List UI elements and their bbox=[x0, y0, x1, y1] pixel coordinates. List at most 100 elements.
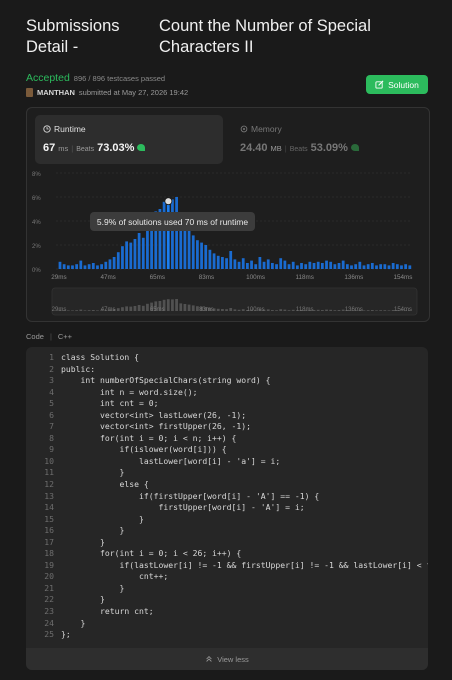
code-line: 7 vector<int> firstUpper(26, -1); bbox=[26, 421, 428, 433]
chart-bar bbox=[295, 265, 299, 269]
solution-button-label: Solution bbox=[388, 79, 419, 90]
chart-bar bbox=[75, 264, 79, 269]
runtime-distribution-chart[interactable]: 8% 6% 4% 2% 0% 29ms 29ms 47ms 47ms 65ms 65ms 83ms 83… bbox=[30, 166, 422, 318]
x-tick-label: 65ms bbox=[150, 274, 165, 281]
code-text: int numberOfSpecialChars(string word) { bbox=[61, 375, 271, 386]
submission-status: Accepted 896 / 896 testcases passed bbox=[26, 72, 165, 84]
code-line: 2 public: bbox=[26, 364, 428, 376]
y-tick-label: 6% bbox=[32, 196, 41, 202]
x-tick-label: 118ms bbox=[295, 274, 313, 281]
overview-tick-label: 100ms bbox=[247, 307, 265, 313]
line-number: 13 bbox=[44, 490, 54, 501]
code-line: 14 firstUpper[word[i] - 'A'] = i; bbox=[26, 502, 428, 514]
memory-beats-label: Beats bbox=[289, 146, 308, 153]
chart-bar bbox=[108, 259, 112, 269]
runtime-panel[interactable]: Runtime 67 ms | Beats 73.03% bbox=[35, 115, 223, 164]
chart-bar bbox=[258, 257, 262, 269]
code-text: } bbox=[61, 617, 86, 628]
code-text: } bbox=[61, 594, 105, 605]
code-line: 20 cnt++; bbox=[26, 571, 428, 583]
code-header: Code | C++ bbox=[26, 332, 73, 341]
memory-chip-icon bbox=[240, 125, 248, 133]
line-number: 11 bbox=[44, 467, 54, 478]
code-text: else { bbox=[61, 479, 149, 490]
x-tick-label: 136ms bbox=[344, 274, 363, 281]
code-line: 5 int cnt = 0; bbox=[26, 398, 428, 410]
chart-bar bbox=[187, 230, 191, 269]
chart-bar bbox=[370, 263, 374, 269]
edit-icon bbox=[375, 80, 384, 89]
chart-bar bbox=[308, 261, 312, 269]
memory-panel[interactable]: Memory 24.40 MB | Beats 53.09% bbox=[240, 115, 420, 164]
chart-bar bbox=[129, 242, 133, 269]
code-line: 13 if(firstUpper[word[i] - 'A'] == -1) { bbox=[26, 491, 428, 503]
chart-bar bbox=[196, 240, 199, 269]
code-text: int n = word.size(); bbox=[61, 386, 198, 397]
chart-bar bbox=[341, 260, 345, 269]
chart-bar bbox=[112, 257, 116, 269]
code-line: 8 for(int i = 0; i < n; i++) { bbox=[26, 433, 428, 445]
chart-bar bbox=[200, 242, 203, 269]
line-number: 2 bbox=[49, 363, 54, 374]
runtime-unit: ms bbox=[58, 144, 69, 153]
submitted-time: submitted at May 27, 2026 19:42 bbox=[78, 88, 189, 97]
overview-tick-label: 118ms bbox=[296, 307, 314, 313]
chart-bar bbox=[104, 261, 108, 269]
x-tick-label: 47ms bbox=[100, 274, 115, 281]
chevrons-up-icon bbox=[206, 655, 212, 662]
code-text: } bbox=[61, 582, 125, 593]
memory-label: Memory bbox=[251, 124, 282, 134]
line-number: 12 bbox=[44, 479, 54, 490]
code-line: 23 return cnt; bbox=[26, 606, 428, 618]
chart-bar bbox=[216, 255, 220, 269]
overview-tick-label: 136ms bbox=[345, 307, 363, 313]
chart-bar bbox=[320, 263, 324, 269]
line-number: 3 bbox=[49, 375, 54, 386]
chart-bar bbox=[395, 264, 399, 269]
code-text: } bbox=[61, 525, 125, 536]
code-line: 18 for(int i = 0; i < 26; i++) { bbox=[26, 548, 428, 560]
code-line: 17 } bbox=[26, 537, 428, 549]
solution-button[interactable]: Solution bbox=[366, 75, 428, 94]
code-text: class Solution { bbox=[61, 352, 139, 362]
submitter-info: MANTHAN submitted at May 27, 2026 19:42 bbox=[26, 88, 188, 97]
code-label: Code bbox=[26, 332, 44, 341]
x-tick-label: 29ms bbox=[51, 274, 66, 281]
submitter-name[interactable]: MANTHAN bbox=[37, 88, 75, 97]
chart-bar bbox=[250, 260, 253, 269]
line-number: 7 bbox=[49, 421, 54, 432]
chart-bar bbox=[246, 263, 249, 269]
code-language: C++ bbox=[57, 332, 73, 341]
chart-bar bbox=[333, 264, 337, 269]
code-text: } bbox=[61, 536, 105, 547]
chart-bar bbox=[58, 261, 62, 269]
runtime-value: 67 bbox=[43, 142, 56, 154]
line-number: 24 bbox=[44, 617, 54, 628]
page-header: Submissions Detail - Count the Number of… bbox=[26, 16, 436, 58]
view-less-button[interactable]: View less bbox=[26, 648, 428, 670]
code-line: 1 class Solution { bbox=[26, 352, 428, 364]
memory-unit: MB bbox=[270, 144, 282, 153]
overview-tick-label: 29ms bbox=[52, 307, 67, 313]
chart-bar bbox=[137, 233, 141, 269]
chart-bar bbox=[212, 253, 216, 269]
problem-title[interactable]: Count the Number of Special Characters I… bbox=[159, 16, 436, 58]
chart-bar bbox=[141, 237, 145, 269]
chart-bar bbox=[121, 246, 124, 269]
code-line: 12 else { bbox=[26, 479, 428, 491]
chart-bar bbox=[204, 245, 208, 269]
chart-bar bbox=[366, 264, 370, 269]
runtime-stats: 67 ms | Beats 73.03% bbox=[43, 142, 146, 154]
code-line: 11 } bbox=[26, 467, 428, 479]
chart-bar bbox=[329, 261, 333, 269]
code-text: int cnt = 0; bbox=[61, 398, 159, 409]
chart-bar bbox=[275, 264, 278, 269]
avatar[interactable] bbox=[26, 88, 33, 97]
accepted-label: Accepted bbox=[26, 72, 70, 84]
code-editor[interactable]: 1 class Solution {2 public: 3 int numberOfS… bbox=[26, 347, 428, 670]
code-line: 22 } bbox=[26, 594, 428, 606]
chart-bar bbox=[91, 263, 95, 269]
chart-bar bbox=[66, 265, 70, 269]
code-text: for(int i = 0; i < 26; i++) { bbox=[61, 548, 242, 559]
overview-tick-label: 47ms bbox=[101, 307, 116, 313]
